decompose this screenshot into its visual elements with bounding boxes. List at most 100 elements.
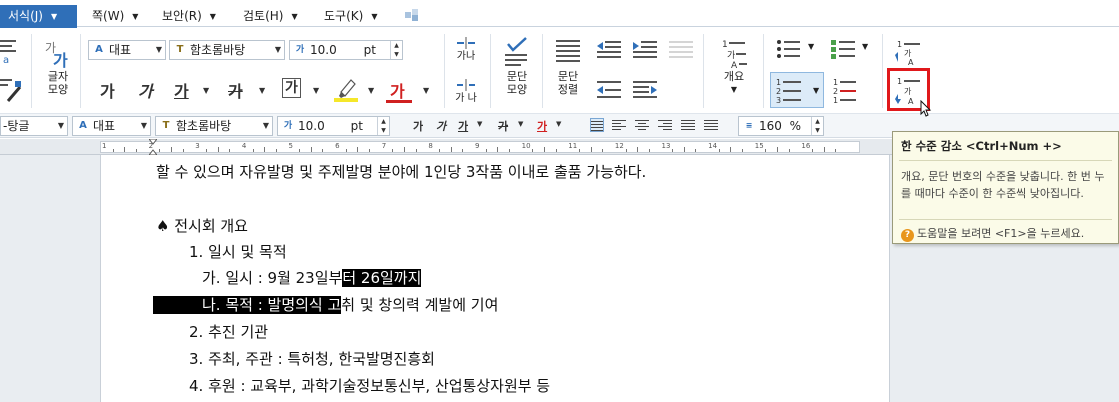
outdent-icon[interactable]: [596, 78, 622, 100]
chevron-down-icon[interactable]: ▼: [313, 86, 319, 95]
bold-button-2[interactable]: 가: [413, 118, 423, 134]
line-spacing-spinner[interactable]: ▲ ▼: [811, 117, 823, 135]
document-page[interactable]: 할 수 있으며 자유발명 및 주제발명 분야에 1인당 3작품 이내로 출품 가…: [100, 155, 890, 402]
chevron-down-icon[interactable]: ▼: [808, 42, 814, 51]
font-color-button-2[interactable]: 가: [537, 118, 547, 134]
menu-tab-review[interactable]: 검토(H) ▼: [237, 5, 314, 27]
ruler-number: 7: [381, 142, 387, 150]
chevron-down-icon[interactable]: ▼: [862, 42, 868, 51]
align-distribute-icon[interactable]: [681, 118, 695, 132]
outline-button[interactable]: 1가A 개요 ▼: [714, 36, 754, 96]
style2-combo[interactable]: A 대표 ▼: [72, 116, 151, 136]
ruler-tick: [462, 149, 464, 152]
ruler-tick: [835, 149, 837, 152]
checklist-icon[interactable]: [830, 38, 856, 60]
style-combo-2[interactable]: -탕글 ▼: [0, 116, 68, 136]
char-spacing-narrow-button[interactable]: 가나: [452, 36, 480, 63]
ruler-track: 1 2 3 4 5 6 7 8 9 10 11 12 13 14 15 16: [100, 141, 860, 153]
tooltip-divider: [899, 160, 1112, 161]
ruler-tick: [275, 149, 277, 152]
indent-increase-icon[interactable]: [632, 38, 658, 60]
highlight-pen-icon[interactable]: [333, 76, 359, 102]
chevron-down-icon[interactable]: ▼: [203, 86, 209, 95]
char-spacing-wide-button[interactable]: 가 나: [452, 78, 480, 105]
outline-button[interactable]: 가: [282, 78, 301, 98]
font-color-button[interactable]: 가: [390, 78, 405, 102]
line-spacing-combo[interactable]: ≡ 160 % ▲ ▼: [738, 116, 824, 136]
align-left-icon[interactable]: [612, 118, 626, 132]
font-color-bar: [386, 100, 412, 103]
paragraph-icon[interactable]: a: [0, 36, 20, 66]
svg-text:A: A: [908, 58, 914, 66]
char-shape-icon: 가가: [43, 36, 73, 70]
bullet-list-icon[interactable]: [776, 38, 802, 60]
strikethrough-button[interactable]: 가: [228, 78, 243, 102]
font-size-combo-2[interactable]: 가 10.0 pt ▲ ▼: [277, 116, 390, 136]
underline-button-2[interactable]: 가: [458, 118, 468, 134]
chevron-down-icon: ▼: [730, 85, 738, 94]
ruler-tick: [159, 149, 161, 152]
font-combo-2[interactable]: T 함초롬바탕 ▼: [155, 116, 273, 136]
ruler-tick: [742, 149, 744, 152]
chevron-down-icon: ▼: [132, 12, 139, 21]
align-right-icon[interactable]: [658, 118, 672, 132]
chevron-down-icon[interactable]: ▼: [259, 86, 265, 95]
menu-tab-security[interactable]: 보안(R) ▼: [156, 5, 228, 27]
size-spinner[interactable]: ▲ ▼: [390, 41, 402, 59]
chevron-down-icon[interactable]: ▼: [368, 86, 374, 95]
indent-right-icon[interactable]: [632, 78, 658, 100]
menu-tab-format[interactable]: 서식(J) ▼: [0, 5, 77, 28]
ruler-tick: [543, 147, 545, 152]
tooltip-help: ? 도움말을 보려면 <F1>을 누르세요.: [901, 225, 1084, 242]
para-align-label: 정렬: [557, 83, 579, 96]
menu-tab-label: 검토(H): [243, 9, 284, 23]
menu-tab-tools[interactable]: 도구(K) ▼: [318, 5, 398, 27]
svg-text:3: 3: [776, 96, 781, 105]
font-combo-value: 함초롬바탕: [176, 119, 232, 133]
ruler-tick: [310, 147, 312, 152]
italic-button-2[interactable]: 가: [436, 118, 446, 134]
para-align-label: 문단: [557, 70, 579, 83]
align-center-icon[interactable]: [635, 118, 649, 132]
numbered-list-button[interactable]: 123 ▼: [770, 72, 824, 108]
italic-button[interactable]: 가: [138, 78, 153, 102]
indent-marker-icon[interactable]: [147, 138, 159, 156]
para-align-button[interactable]: 문단 정렬: [550, 36, 586, 96]
ruler-number: 4: [241, 142, 247, 150]
format-painter-icon[interactable]: [0, 73, 22, 105]
strike-button-2[interactable]: 가: [498, 118, 508, 134]
numbered-list-icon: 123: [776, 78, 801, 105]
style-combo[interactable]: A 대표 ▼: [88, 40, 166, 60]
chevron-down-icon[interactable]: ▼: [423, 86, 429, 95]
chevron-down-icon[interactable]: ▼: [556, 120, 561, 128]
svg-text:1: 1: [776, 78, 781, 87]
number-list-red-icon[interactable]: 121: [832, 76, 858, 106]
bold-button[interactable]: 가: [100, 78, 115, 102]
ruler-tick: [392, 149, 394, 152]
distribute-icon[interactable]: [668, 38, 694, 60]
ruler-tick: [345, 149, 347, 152]
menu-tab-label: 도구(K): [324, 9, 364, 23]
chevron-down-icon[interactable]: ▼: [477, 120, 482, 128]
extra-tools-icon[interactable]: [405, 9, 419, 21]
align-justify-icon[interactable]: [590, 118, 604, 132]
tooltip: 한 수준 감소 <Ctrl+Num +> 개요, 문단 번호의 수준을 낮춥니다…: [892, 131, 1119, 244]
align-split-icon[interactable]: [704, 118, 718, 132]
font-combo[interactable]: T 함초롬바탕 ▼: [169, 40, 285, 60]
char-shape-button[interactable]: 가가 글자 모양: [40, 36, 76, 96]
level-increase-icon[interactable]: 1가A: [894, 38, 924, 67]
menu-tab-label: 쪽(W): [92, 9, 125, 23]
underline-button[interactable]: 가: [174, 78, 189, 102]
ruler-tick: [683, 147, 685, 152]
ruler-tick: [648, 149, 650, 152]
ruler-number: 16: [801, 142, 811, 150]
para-shape-button[interactable]: 문단 모양: [500, 36, 534, 96]
size-spinner[interactable]: ▲ ▼: [377, 117, 389, 135]
chevron-down-icon[interactable]: ▼: [518, 120, 523, 128]
style-combo-value: -탕글: [3, 119, 30, 133]
menu-tab-page[interactable]: 쪽(W) ▼: [86, 5, 150, 27]
indent-decrease-icon[interactable]: [596, 38, 622, 60]
ruler-tick: [718, 149, 720, 152]
font-size-combo[interactable]: 가 10.0 pt ▲ ▼: [289, 40, 403, 60]
selected-text: 터 26일까지: [342, 269, 422, 287]
